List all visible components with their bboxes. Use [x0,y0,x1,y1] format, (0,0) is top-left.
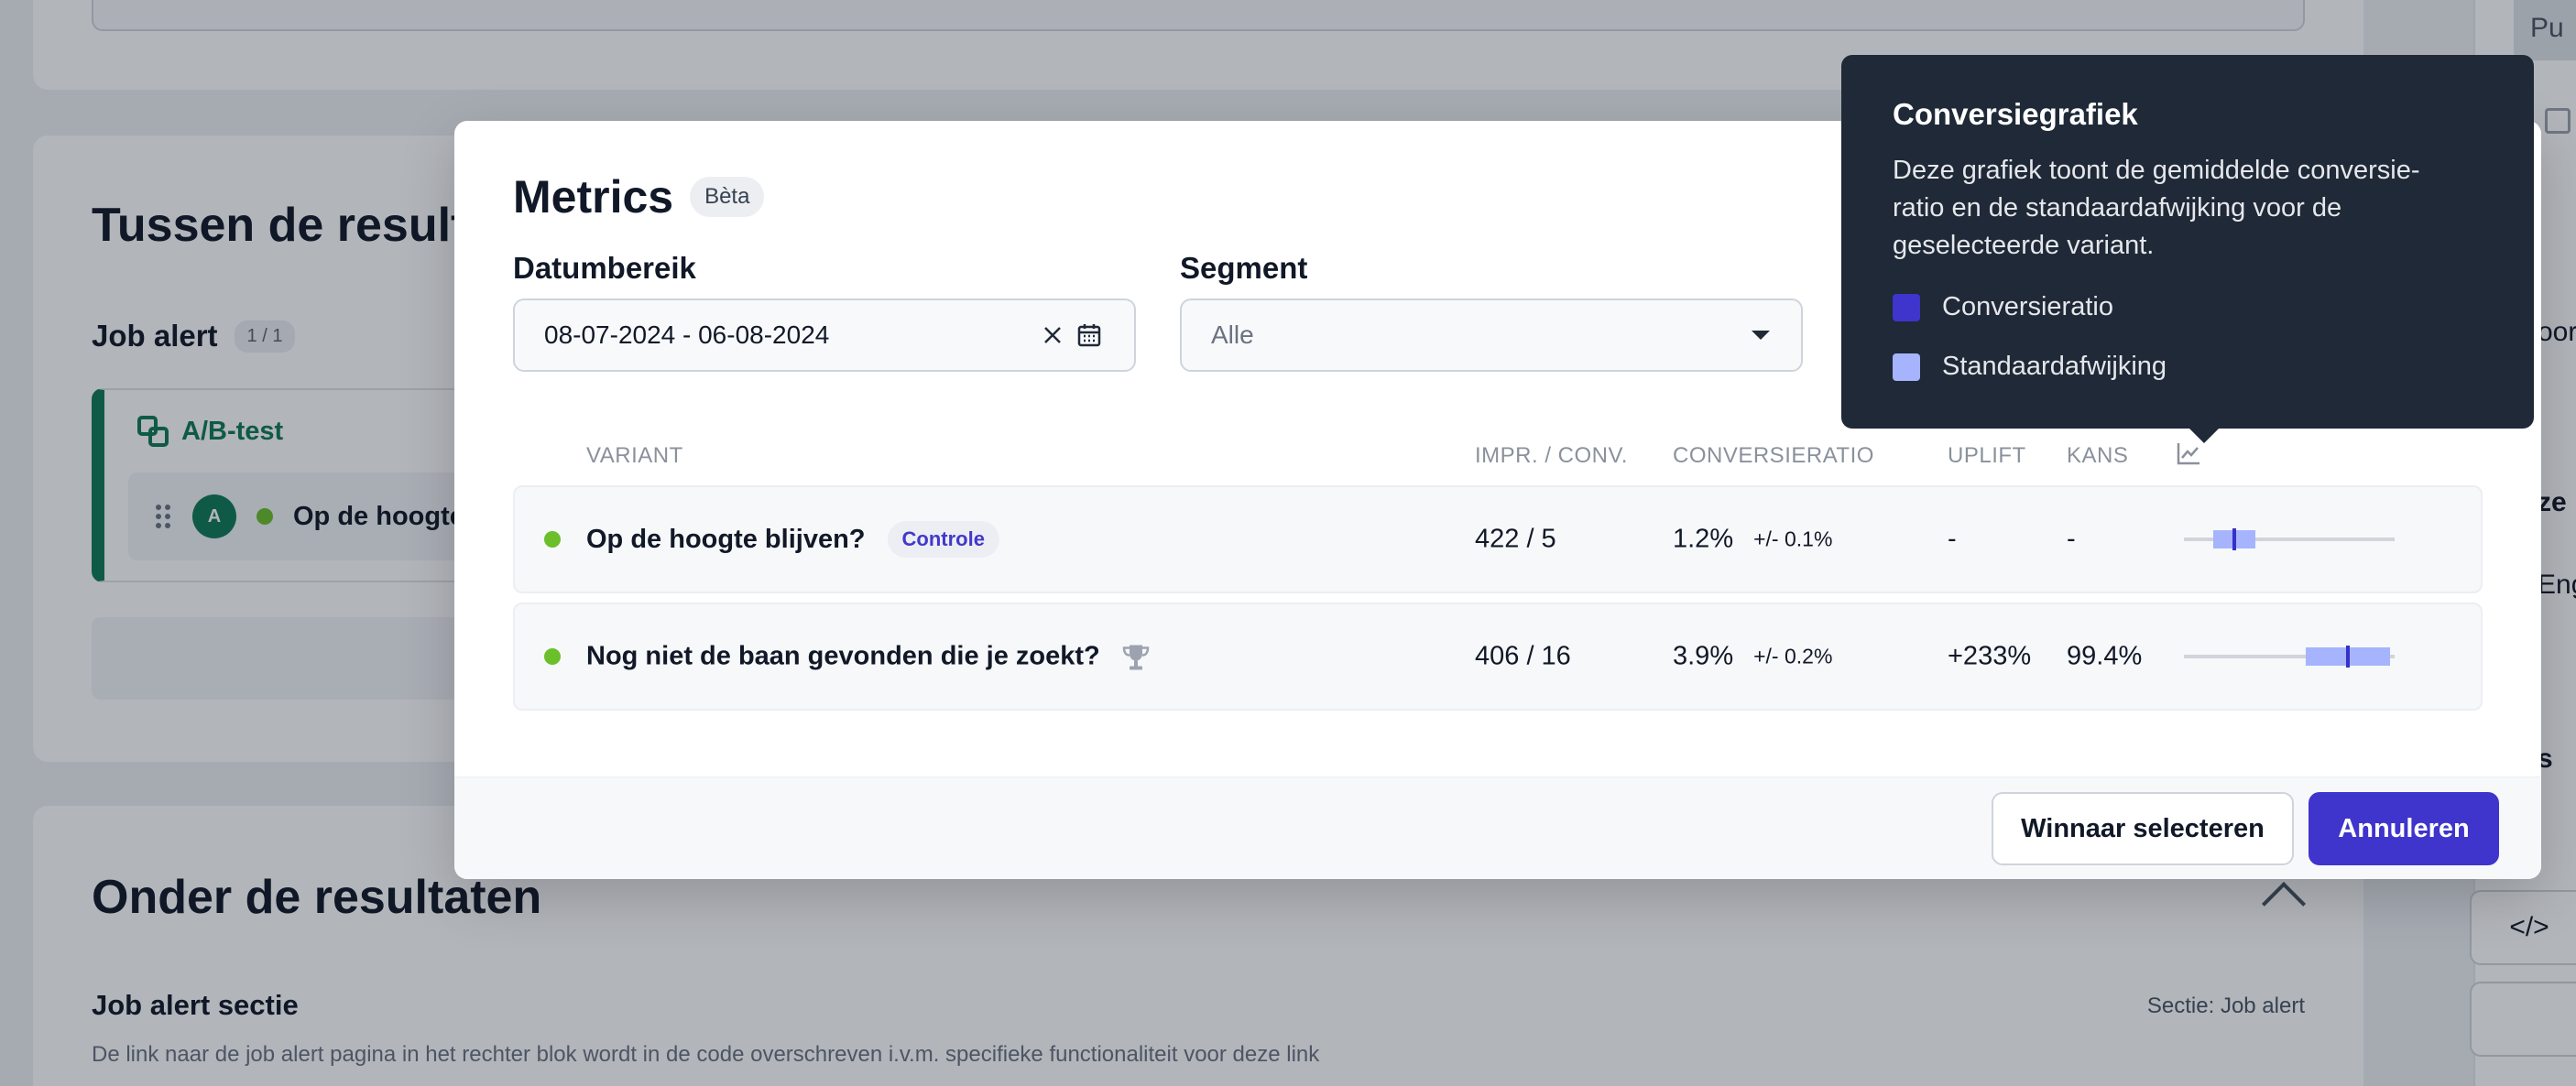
uplift-cell: - [1948,524,1957,554]
clear-icon[interactable] [1037,320,1068,351]
beta-badge: Bèta [690,177,765,217]
date-range-input[interactable]: 08-07-2024 - 06-08-2024 [513,299,1136,372]
date-range-label: Datumbereik [513,251,696,285]
conversion-cell: 1.2% +/- 0.1% [1673,525,1832,555]
metrics-table-header: VARIANT IMPR. / CONV. CONVERSIERATIO UPL… [454,443,2541,480]
table-row[interactable]: Op de hoogte blijven? Controle 422 / 5 1… [513,485,2483,593]
control-badge: Controle [887,521,999,558]
uplift-cell: +233% [1948,641,2032,671]
modal-header: Metrics Bèta [513,170,765,223]
tooltip-description: Deze grafiek toont de gemiddelde convers… [1893,156,2420,260]
legend-swatch-conversion [1893,293,1920,321]
col-uplift: UPLIFT [1948,443,2026,468]
tooltip-title: Conversiegrafiek [1893,97,2138,131]
conversion-rate: 3.9% [1673,641,1734,671]
conversion-sd: +/- 0.2% [1753,644,1833,668]
impr-conv-cell: 422 / 5 [1475,524,1556,554]
caret-down-icon [1752,331,1770,340]
segment-label: Segment [1180,251,1308,285]
chart-info-icon[interactable] [2175,440,2202,473]
variant-name: Nog niet de baan gevonden die je zoekt? [586,641,1100,671]
col-variant: VARIANT [586,443,683,468]
select-winner-button[interactable]: Winnaar selecteren [1992,792,2294,865]
legend-item-conversion: Conversieratio [1893,292,2483,322]
status-dot-icon [544,531,561,548]
table-row[interactable]: Nog niet de baan gevonden die je zoekt? … [513,603,2483,711]
chart-mean-marker [2346,646,2351,668]
legend-swatch-sd [1893,353,1920,381]
variant-cell: Nog niet de baan gevonden die je zoekt? [586,642,1152,672]
legend-item-sd: Standaardafwijking [1893,352,2483,382]
modal-title: Metrics [513,171,674,223]
col-impr-conv: IMPR. / CONV. [1475,443,1628,468]
tooltip-legend: Conversieratio Standaardafwijking [1893,292,2483,382]
col-chance: KANS [2067,443,2129,468]
chart-mean-marker [2232,528,2237,550]
legend-label-conversion: Conversieratio [1942,292,2113,321]
calendar-icon[interactable] [1074,320,1105,351]
status-dot-icon [544,648,561,665]
conversion-chart-cell [2184,604,2395,709]
segment-value: Alle [1211,320,1254,349]
chart-tooltip: Conversiegrafiek Deze grafiek toont de g… [1841,55,2534,443]
segment-select[interactable]: Alle [1180,299,1803,372]
col-conversion: CONVERSIERATIO [1673,443,1874,468]
modal-footer: Winnaar selecteren Annuleren [454,776,2541,879]
date-range-value: 08-07-2024 - 06-08-2024 [544,320,830,349]
impr-conv-cell: 406 / 16 [1475,641,1571,671]
legend-label-sd: Standaardafwijking [1942,352,2167,381]
variant-name: Op de hoogte blijven? [586,524,866,554]
chance-cell: 99.4% [2067,641,2143,671]
chance-cell: - [2067,524,2076,554]
conversion-rate: 1.2% [1673,524,1734,554]
cancel-button[interactable]: Annuleren [2309,792,2499,865]
conversion-cell: 3.9% +/- 0.2% [1673,642,1832,672]
conversion-sd: +/- 0.1% [1753,527,1833,551]
trophy-icon [1122,645,1150,669]
variant-cell: Op de hoogte blijven? Controle [586,521,999,558]
conversion-chart-cell [2184,487,2395,592]
